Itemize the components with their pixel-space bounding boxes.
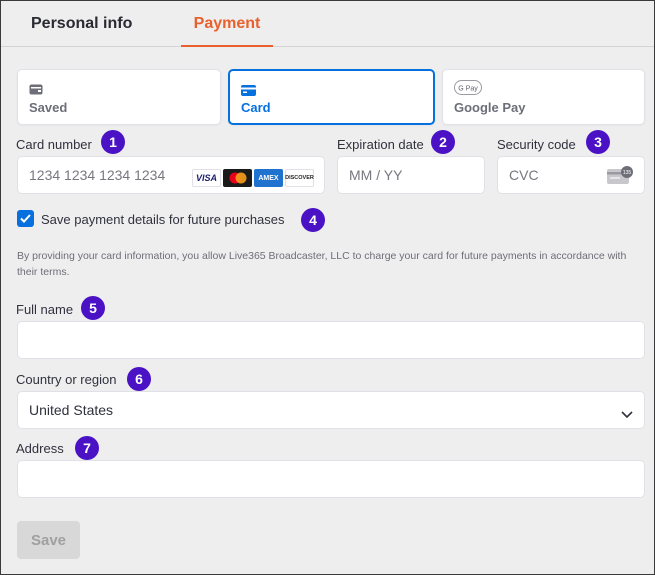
card-icon bbox=[241, 83, 256, 101]
address-label: Address bbox=[16, 441, 64, 456]
method-card[interactable]: Card bbox=[228, 69, 435, 125]
address-input[interactable] bbox=[29, 461, 644, 497]
checkmark-icon bbox=[20, 214, 31, 223]
cvc-icon-text: 135 bbox=[623, 170, 632, 176]
expiration-date-field[interactable] bbox=[337, 156, 485, 194]
chevron-down-icon bbox=[621, 406, 633, 422]
step-badge-7: 7 bbox=[75, 436, 99, 460]
country-selected-value: United States bbox=[29, 402, 114, 418]
save-details-label[interactable]: Save payment details for future purchase… bbox=[41, 212, 285, 227]
tab-payment[interactable]: Payment bbox=[181, 1, 273, 47]
step-badge-6: 6 bbox=[127, 367, 151, 391]
method-google-pay[interactable]: G Pay Google Pay bbox=[442, 69, 645, 125]
card-number-label: Card number bbox=[16, 137, 92, 152]
visa-logo: VISA bbox=[192, 169, 221, 187]
mastercard-logo bbox=[223, 169, 252, 187]
tab-bar: Personal info Payment bbox=[1, 1, 654, 47]
full-name-input[interactable] bbox=[29, 322, 644, 358]
card-number-field[interactable]: VISA AMEX DISCOVER bbox=[17, 156, 325, 194]
amex-logo: AMEX bbox=[254, 169, 283, 187]
save-details-checkbox[interactable] bbox=[17, 210, 34, 227]
step-badge-3: 3 bbox=[586, 130, 610, 154]
country-label: Country or region bbox=[16, 372, 117, 387]
save-button[interactable]: Save bbox=[17, 521, 80, 559]
expiration-date-input[interactable] bbox=[349, 157, 484, 193]
full-name-field[interactable] bbox=[17, 321, 645, 359]
method-google-pay-label: Google Pay bbox=[454, 100, 526, 115]
google-pay-icon: G Pay bbox=[454, 80, 482, 100]
step-badge-5: 5 bbox=[81, 296, 105, 320]
method-saved[interactable]: Saved bbox=[17, 69, 221, 125]
security-code-label: Security code bbox=[497, 137, 576, 152]
step-badge-2: 2 bbox=[431, 130, 455, 154]
step-badge-4: 4 bbox=[301, 208, 325, 232]
cvc-card-icon: 135 bbox=[607, 166, 634, 188]
country-select[interactable]: United States bbox=[17, 391, 645, 429]
expiration-date-label: Expiration date bbox=[337, 137, 424, 152]
method-card-label: Card bbox=[241, 100, 271, 115]
tab-personal-info[interactable]: Personal info bbox=[17, 1, 137, 47]
discover-logo: DISCOVER bbox=[285, 169, 314, 187]
card-brand-logos: VISA AMEX DISCOVER bbox=[192, 169, 314, 187]
gpay-icon-text: G Pay bbox=[458, 86, 478, 93]
security-code-field[interactable]: 135 bbox=[497, 156, 645, 194]
full-name-label: Full name bbox=[16, 302, 74, 317]
payment-form-panel: Personal info Payment Saved Card G Pay G… bbox=[0, 0, 655, 575]
address-field[interactable] bbox=[17, 460, 645, 498]
method-saved-label: Saved bbox=[29, 100, 68, 115]
wallet-icon bbox=[29, 82, 43, 100]
terms-text: By providing your card information, you … bbox=[17, 250, 627, 278]
step-badge-1: 1 bbox=[101, 130, 125, 154]
